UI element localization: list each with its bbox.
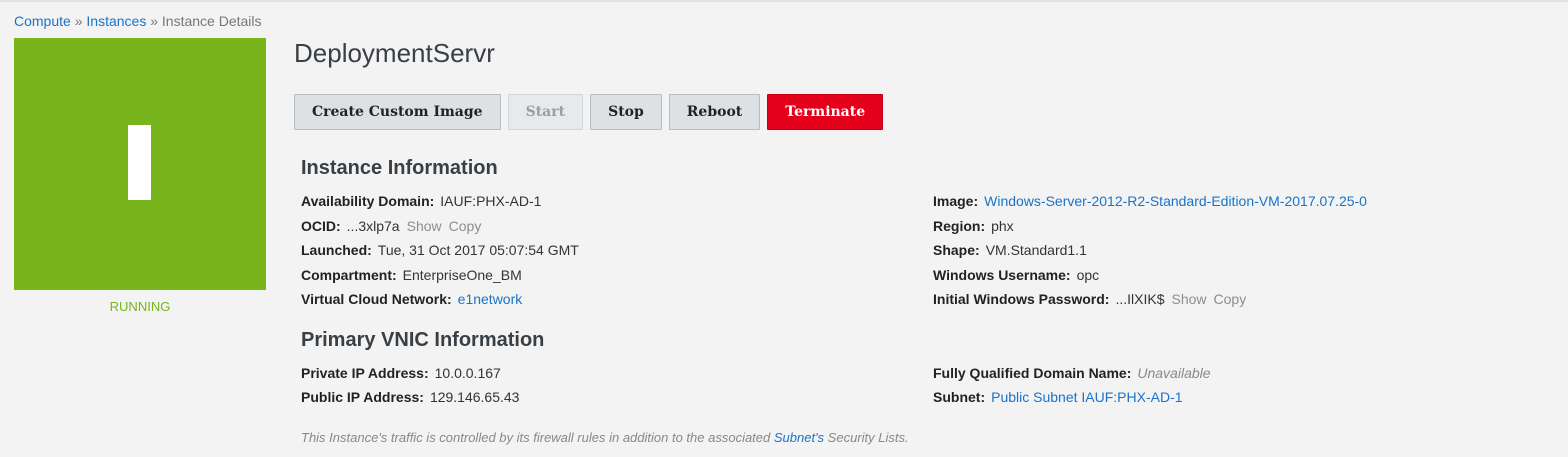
footnote-text-before: This Instance's traffic is controlled by… [301,430,774,445]
windows-username-label: Windows Username: [933,267,1071,283]
instance-icon [128,125,151,200]
reboot-button[interactable]: Reboot [668,94,761,130]
breadcrumb-current: Instance Details [161,13,262,29]
instance-information-heading: Instance Information [301,157,498,179]
instance-actions-toolbar: Create Custom Image Start Stop Reboot Te… [294,94,890,130]
fqdn-value: Unavailable [1137,365,1211,381]
public-ip-label: Public IP Address: [301,389,424,405]
password-show-link[interactable]: Show [1171,291,1206,307]
image-row: Image: Windows-Server-2012-R2-Standard-Ed… [933,193,1367,209]
vnic-information-heading: Primary VNIC Information [301,329,545,351]
breadcrumb-instances-link[interactable]: Instances [86,13,146,29]
firewall-footnote: This Instance's traffic is controlled by… [301,430,909,445]
subnet-link[interactable]: Public Subnet IAUF:PHX-AD-1 [991,389,1182,405]
create-custom-image-button[interactable]: Create Custom Image [294,94,501,130]
image-label: Image: [933,193,979,209]
instance-status-label: RUNNING [109,299,171,314]
shape-label: Shape: [933,242,980,258]
compartment-label: Compartment: [301,267,397,283]
launched-row: Launched: Tue, 31 Oct 2017 05:07:54 GMT [301,242,579,258]
fqdn-row: Fully Qualified Domain Name: Unavailable [933,365,1211,381]
image-link[interactable]: Windows-Server-2012-R2-Standard-Edition-… [984,193,1367,209]
vcn-label: Virtual Cloud Network: [301,291,452,307]
ocid-value: ...3xlp7a [346,218,400,234]
windows-username-row: Windows Username: opc [933,267,1099,283]
public-ip-row: Public IP Address: 129.146.65.43 [301,389,519,405]
windows-password-value: ...IlXIK$ [1115,291,1165,307]
availability-domain-value: IAUF:PHX-AD-1 [440,193,542,209]
private-ip-label: Private IP Address: [301,365,429,381]
private-ip-value: 10.0.0.167 [434,365,501,381]
terminate-button[interactable]: Terminate [767,94,884,130]
ocid-show-link[interactable]: Show [407,218,442,234]
availability-domain-label: Availability Domain: [301,193,435,209]
public-ip-value: 129.146.65.43 [429,389,520,405]
password-copy-link[interactable]: Copy [1214,291,1247,307]
shape-row: Shape: VM.Standard1.1 [933,242,1087,258]
compartment-value: EnterpriseOne_BM [402,267,522,283]
ocid-copy-link[interactable]: Copy [449,218,482,234]
region-row: Region: phx [933,218,1014,234]
availability-domain-row: Availability Domain: IAUF:PHX-AD-1 [301,193,541,209]
region-label: Region: [933,218,986,234]
private-ip-row: Private IP Address: 10.0.0.167 [301,365,501,381]
windows-username-value: opc [1076,267,1100,283]
subnet-label: Subnet: [933,389,986,405]
subnet-row: Subnet: Public Subnet IAUF:PHX-AD-1 [933,389,1183,405]
footnote-subnet-link[interactable]: Subnet's [774,430,824,445]
windows-password-row: Initial Windows Password: ...IlXIK$ Show Co… [933,291,1246,307]
windows-password-label: Initial Windows Password: [933,291,1110,307]
vcn-link[interactable]: e1network [458,291,523,307]
shape-value: VM.Standard1.1 [985,242,1087,258]
start-button[interactable]: Start [507,94,584,130]
breadcrumb-separator: » [74,13,83,29]
ocid-label: OCID: [301,218,341,234]
breadcrumb: Compute » Instances » Instance Details [14,13,262,29]
ocid-row: OCID: ...3xlp7a Show Copy [301,218,481,234]
launched-label: Launched: [301,242,372,258]
launched-value: Tue, 31 Oct 2017 05:07:54 GMT [377,242,579,258]
instance-status-tile [14,38,266,290]
breadcrumb-compute-link[interactable]: Compute [14,13,71,29]
region-value: phx [991,218,1014,234]
page-title: DeploymentServr [294,38,495,68]
fqdn-label: Fully Qualified Domain Name: [933,365,1132,381]
stop-button[interactable]: Stop [590,94,662,130]
breadcrumb-separator: » [150,13,159,29]
footnote-text-after: Security Lists. [824,430,909,445]
vcn-row: Virtual Cloud Network: e1network [301,291,522,307]
compartment-row: Compartment: EnterpriseOne_BM [301,267,522,283]
